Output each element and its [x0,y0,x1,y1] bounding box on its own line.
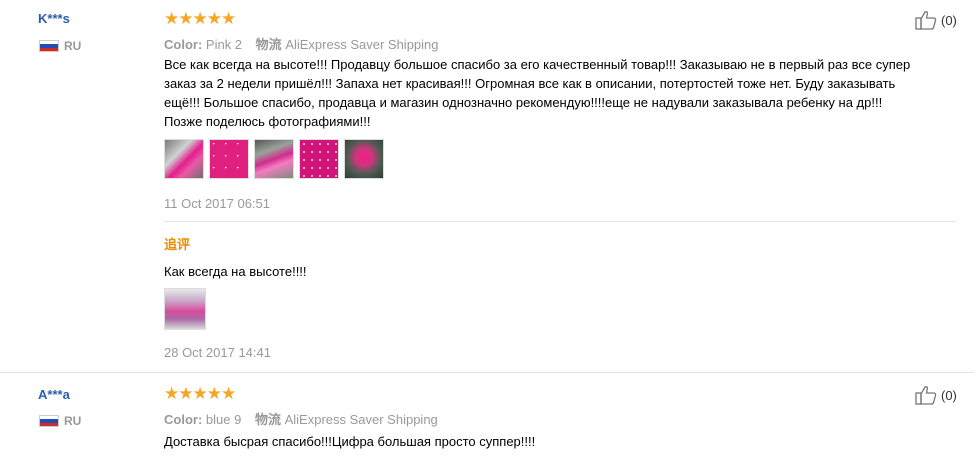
color-value: blue 9 [205,412,242,427]
star-rating: ★★★★★ [164,9,236,28]
review-text: Все как всегда на высоте!!! Продавцу бол… [164,57,911,129]
followup-photos [164,288,206,330]
reviewer-name[interactable]: A***a [38,387,70,402]
shipping-value: AliExpress Saver Shipping [284,412,438,427]
followup-label: 追评 [164,237,191,252]
review-item: A***a RU ★★★★★ Color: blue 9 物流 AliExpre… [0,373,974,459]
shipping-label: 物流 [254,412,281,427]
review-photo-thumbnail[interactable] [164,288,206,330]
reviewer-country: RU [64,414,82,428]
color-value: Pink 2 [205,37,243,52]
followup-text: Как всегда на высоте!!!! [164,264,307,279]
review-item: K***s RU ★★★★★ Color: Pink 2 物流 AliExpre… [0,0,974,372]
like-button[interactable]: (0) [915,385,957,405]
like-count: (0) [941,387,957,403]
review-photo-thumbnail[interactable] [299,139,339,179]
order-info: Color: blue 9 物流 AliExpress Saver Shippi… [164,409,438,428]
review-text: Доставка бысрая спасибо!!!Цифра большая … [164,434,536,449]
russia-flag-icon [39,415,59,427]
order-info: Color: Pink 2 物流 AliExpress Saver Shippi… [164,34,439,53]
review-photo-thumbnail[interactable] [254,139,294,179]
color-label: Color: [164,37,203,52]
review-photos [164,139,384,179]
color-label: Color: [164,412,203,427]
russia-flag-icon [39,40,59,52]
review-date: 11 Oct 2017 06:51 [164,196,271,211]
star-rating: ★★★★★ [164,384,236,403]
reviewer-country: RU [64,39,82,53]
reviewer-name[interactable]: K***s [38,11,70,26]
shipping-value: AliExpress Saver Shipping [285,37,439,52]
divider [164,221,956,222]
like-button[interactable]: (0) [915,10,957,30]
review-photo-thumbnail[interactable] [344,139,384,179]
followup-date: 28 Oct 2017 14:41 [164,345,271,360]
thumbs-up-icon [915,11,937,30]
thumbs-up-icon [915,386,937,405]
shipping-label: 物流 [255,37,282,52]
review-photo-thumbnail[interactable] [164,139,204,179]
review-photo-thumbnail[interactable] [209,139,249,179]
like-count: (0) [941,12,957,28]
